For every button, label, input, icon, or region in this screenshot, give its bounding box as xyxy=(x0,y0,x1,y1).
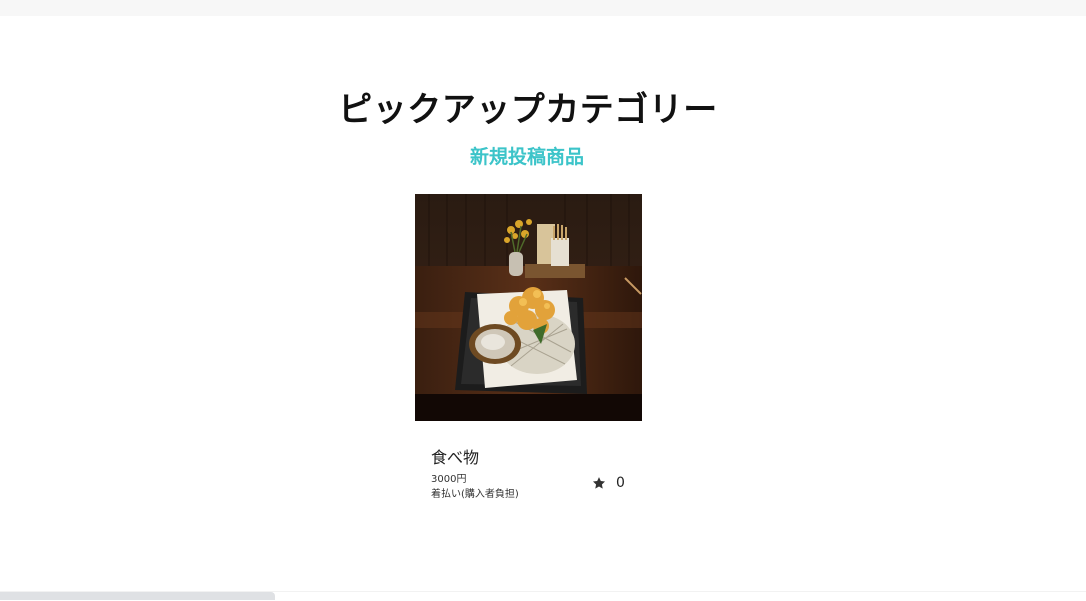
section-subheading: 新規投稿商品 xyxy=(469,146,584,168)
like-button[interactable]: 0 xyxy=(592,475,625,491)
item-shipping: 着払い(購入者負担) xyxy=(431,489,519,500)
item-price: 3000円 xyxy=(431,474,467,485)
star-icon xyxy=(592,477,606,489)
top-header-bar xyxy=(0,0,1086,16)
item-photo[interactable] xyxy=(415,194,642,421)
item-title[interactable]: 食べ物 xyxy=(431,444,479,468)
section-heading: ピックアップカテゴリー xyxy=(338,90,718,130)
horizontal-scrollbar-thumb[interactable] xyxy=(0,592,275,600)
like-count: 0 xyxy=(616,475,625,491)
